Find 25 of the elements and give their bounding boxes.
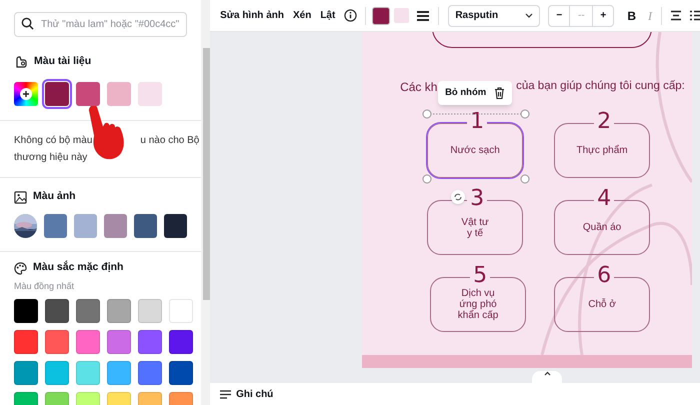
- card-label: Thực phẩm: [576, 145, 628, 156]
- bold-button[interactable]: B: [627, 6, 636, 24]
- card-label: Dịch vụ ứng phó khẩn cấp: [458, 288, 498, 321]
- section-title: Màu tài liệu: [34, 54, 92, 70]
- search-field[interactable]: Thử "màu lam" hoặc "#00c4cc": [14, 12, 187, 37]
- card-label: Nước sạch: [450, 145, 500, 156]
- card-label: Quần áo: [582, 222, 622, 233]
- section-title: Màu sắc mặc định: [33, 260, 124, 276]
- brand-note-text: Không có bộ màu: [14, 134, 92, 148]
- edit-image-button[interactable]: Sửa hình ảnh: [220, 8, 284, 23]
- decrease-size-button[interactable]: −: [549, 6, 570, 26]
- card-label: Chỗ ở: [588, 299, 616, 310]
- crop-button[interactable]: Xén: [292, 8, 312, 23]
- brand-note-text: thương hiệu này: [14, 152, 88, 163]
- heading-text: của bạn giúp chúng tôi cung cấp:: [516, 79, 685, 94]
- flip-button[interactable]: Lật: [320, 8, 336, 23]
- section-subtitle: Màu đồng nhất: [14, 280, 76, 293]
- increase-size-button[interactable]: +: [593, 6, 614, 26]
- ungroup-button[interactable]: Bỏ nhóm: [445, 86, 486, 100]
- brand-note-text: u nào cho Bộ: [140, 134, 200, 148]
- card-label: Vật tư y tế: [461, 216, 489, 238]
- section-title: Màu ảnh: [33, 189, 76, 204]
- heading-text: Các kh: [400, 79, 438, 96]
- font-dropdown[interactable]: Rasputin: [448, 4, 540, 26]
- notes-button[interactable]: Ghi chú: [236, 386, 274, 402]
